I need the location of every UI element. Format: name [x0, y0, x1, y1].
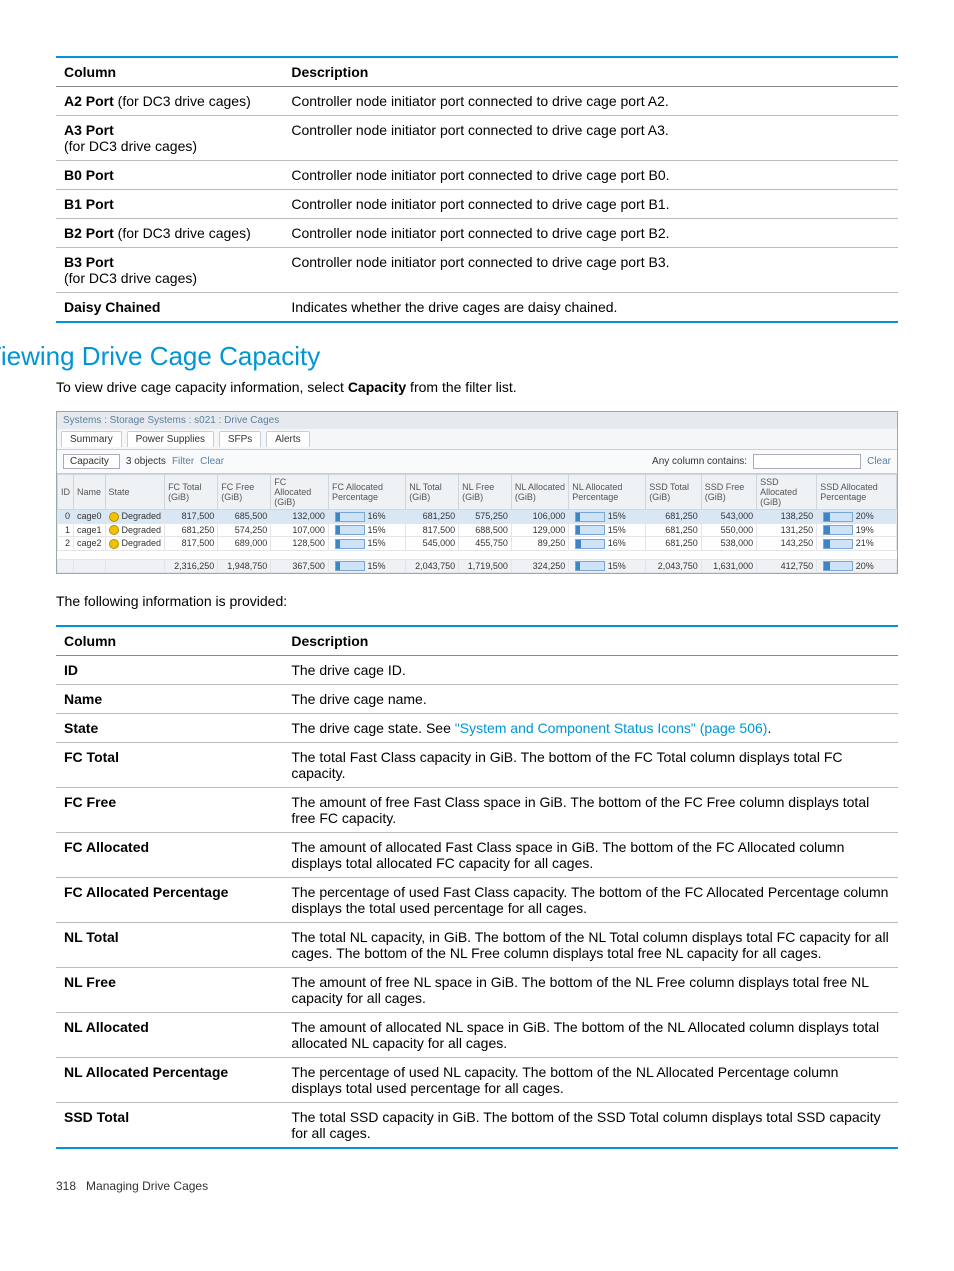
table-cell: The amount of allocated NL space in GiB.…	[283, 1013, 898, 1058]
table-cell: Controller node initiator port connected…	[283, 248, 898, 293]
grid-header[interactable]: ID	[58, 474, 74, 509]
col-header: Description	[283, 626, 898, 656]
table-cell: NL Allocated Percentage	[56, 1058, 283, 1103]
table-cell: ID	[56, 656, 283, 685]
table-row[interactable]: 0cage0Degraded817,500685,500132,000 16%6…	[58, 509, 897, 523]
grid-header[interactable]: SSD Allocated (GiB)	[757, 474, 817, 509]
filter-select[interactable]: Capacity	[63, 454, 120, 469]
clear-link[interactable]: Clear	[867, 456, 891, 467]
table-cell: NL Allocated	[56, 1013, 283, 1058]
table-cell: Indicates whether the drive cages are da…	[283, 293, 898, 323]
intro-text: To view drive cage capacity information,…	[56, 378, 898, 397]
tab-bar: Summary Power Supplies SFPs Alerts	[57, 429, 897, 450]
grid-header[interactable]: NL Allocated Percentage	[569, 474, 646, 509]
grid-header[interactable]: SSD Free (GiB)	[701, 474, 756, 509]
search-label: Any column contains:	[652, 456, 747, 467]
table-cell: B3 Port(for DC3 drive cages)	[56, 248, 283, 293]
table-cell: The total Fast Class capacity in GiB. Th…	[283, 743, 898, 788]
grid-header[interactable]: FC Allocated (GiB)	[271, 474, 329, 509]
table-cell: FC Allocated	[56, 833, 283, 878]
table-cell: A2 Port (for DC3 drive cages)	[56, 87, 283, 116]
col-header: Description	[283, 57, 898, 87]
cross-reference-link[interactable]: "System and Component Status Icons" (pag…	[455, 720, 768, 736]
table-cell: Controller node initiator port connected…	[283, 219, 898, 248]
table-row[interactable]: 1cage1Degraded681,250574,250107,000 15%8…	[58, 523, 897, 537]
col-header: Column	[56, 57, 283, 87]
grid-header[interactable]: NL Free (GiB)	[459, 474, 512, 509]
table-cell: The percentage of used Fast Class capaci…	[283, 878, 898, 923]
table-cell: The percentage of used NL capacity. The …	[283, 1058, 898, 1103]
grid-header[interactable]: State	[105, 474, 165, 509]
footer-title: Managing Drive Cages	[86, 1179, 208, 1193]
port-table: Column Description A2 Port (for DC3 driv…	[56, 56, 898, 323]
grid-header[interactable]: FC Total (GiB)	[165, 474, 218, 509]
col-header: Column	[56, 626, 283, 656]
grid-header[interactable]: FC Free (GiB)	[218, 474, 271, 509]
grid-header[interactable]: FC Allocated Percentage	[328, 474, 405, 509]
table-cell: NL Free	[56, 968, 283, 1013]
toolbar: Capacity 3 objects Filter Clear Any colu…	[57, 450, 897, 474]
table-row[interactable]: 2cage2Degraded817,500689,000128,500 15%5…	[58, 537, 897, 551]
filter-link[interactable]: Filter	[172, 456, 194, 467]
table-cell: State	[56, 714, 283, 743]
table-cell: B1 Port	[56, 190, 283, 219]
table-cell: Controller node initiator port connected…	[283, 87, 898, 116]
capacity-screenshot: Systems : Storage Systems : s021 : Drive…	[56, 411, 898, 575]
table-cell: FC Free	[56, 788, 283, 833]
table-cell: The drive cage ID.	[283, 656, 898, 685]
clear-link-small[interactable]: Clear	[200, 456, 224, 467]
grid-header[interactable]: Name	[74, 474, 106, 509]
column-desc-table: Column Description IDThe drive cage ID.N…	[56, 625, 898, 1149]
table-cell: B0 Port	[56, 161, 283, 190]
page-number: 318	[56, 1179, 76, 1193]
table-cell: The drive cage state. See "System and Co…	[283, 714, 898, 743]
table-cell: SSD Total	[56, 1103, 283, 1149]
table-cell: B2 Port (for DC3 drive cages)	[56, 219, 283, 248]
table-cell: The amount of free NL space in GiB. The …	[283, 968, 898, 1013]
grid-header[interactable]: SSD Allocated Percentage	[817, 474, 897, 509]
grid-header[interactable]: SSD Total (GiB)	[646, 474, 702, 509]
table-cell: The amount of free Fast Class space in G…	[283, 788, 898, 833]
totals-row: 2,316,2501,948,750367,500 15%2,043,7501,…	[58, 559, 897, 573]
page-footer: 318 Managing Drive Cages	[56, 1179, 898, 1193]
table-cell: Name	[56, 685, 283, 714]
table-cell: NL Total	[56, 923, 283, 968]
table-cell: The total NL capacity, in GiB. The botto…	[283, 923, 898, 968]
table-cell: The amount of allocated Fast Class space…	[283, 833, 898, 878]
table-cell: A3 Port(for DC3 drive cages)	[56, 116, 283, 161]
grid-header[interactable]: NL Total (GiB)	[406, 474, 459, 509]
section-heading: Viewing Drive Cage Capacity	[0, 341, 898, 372]
tab-sfps[interactable]: SFPs	[219, 431, 261, 447]
tab-power-supplies[interactable]: Power Supplies	[127, 431, 214, 447]
grid-header[interactable]: NL Allocated (GiB)	[511, 474, 568, 509]
table-cell: Controller node initiator port connected…	[283, 116, 898, 161]
after-shot-text: The following information is provided:	[56, 592, 898, 611]
table-cell: FC Total	[56, 743, 283, 788]
search-input[interactable]	[753, 454, 861, 469]
object-count: 3 objects	[126, 456, 166, 467]
capacity-grid: IDNameStateFC Total (GiB)FC Free (GiB)FC…	[57, 474, 897, 574]
table-cell: Controller node initiator port connected…	[283, 161, 898, 190]
table-cell: The total SSD capacity in GiB. The botto…	[283, 1103, 898, 1149]
table-cell: Daisy Chained	[56, 293, 283, 323]
tab-summary[interactable]: Summary	[61, 431, 122, 447]
table-cell: FC Allocated Percentage	[56, 878, 283, 923]
table-cell: The drive cage name.	[283, 685, 898, 714]
breadcrumb: Systems : Storage Systems : s021 : Drive…	[57, 412, 897, 429]
table-cell: Controller node initiator port connected…	[283, 190, 898, 219]
tab-alerts[interactable]: Alerts	[266, 431, 310, 447]
